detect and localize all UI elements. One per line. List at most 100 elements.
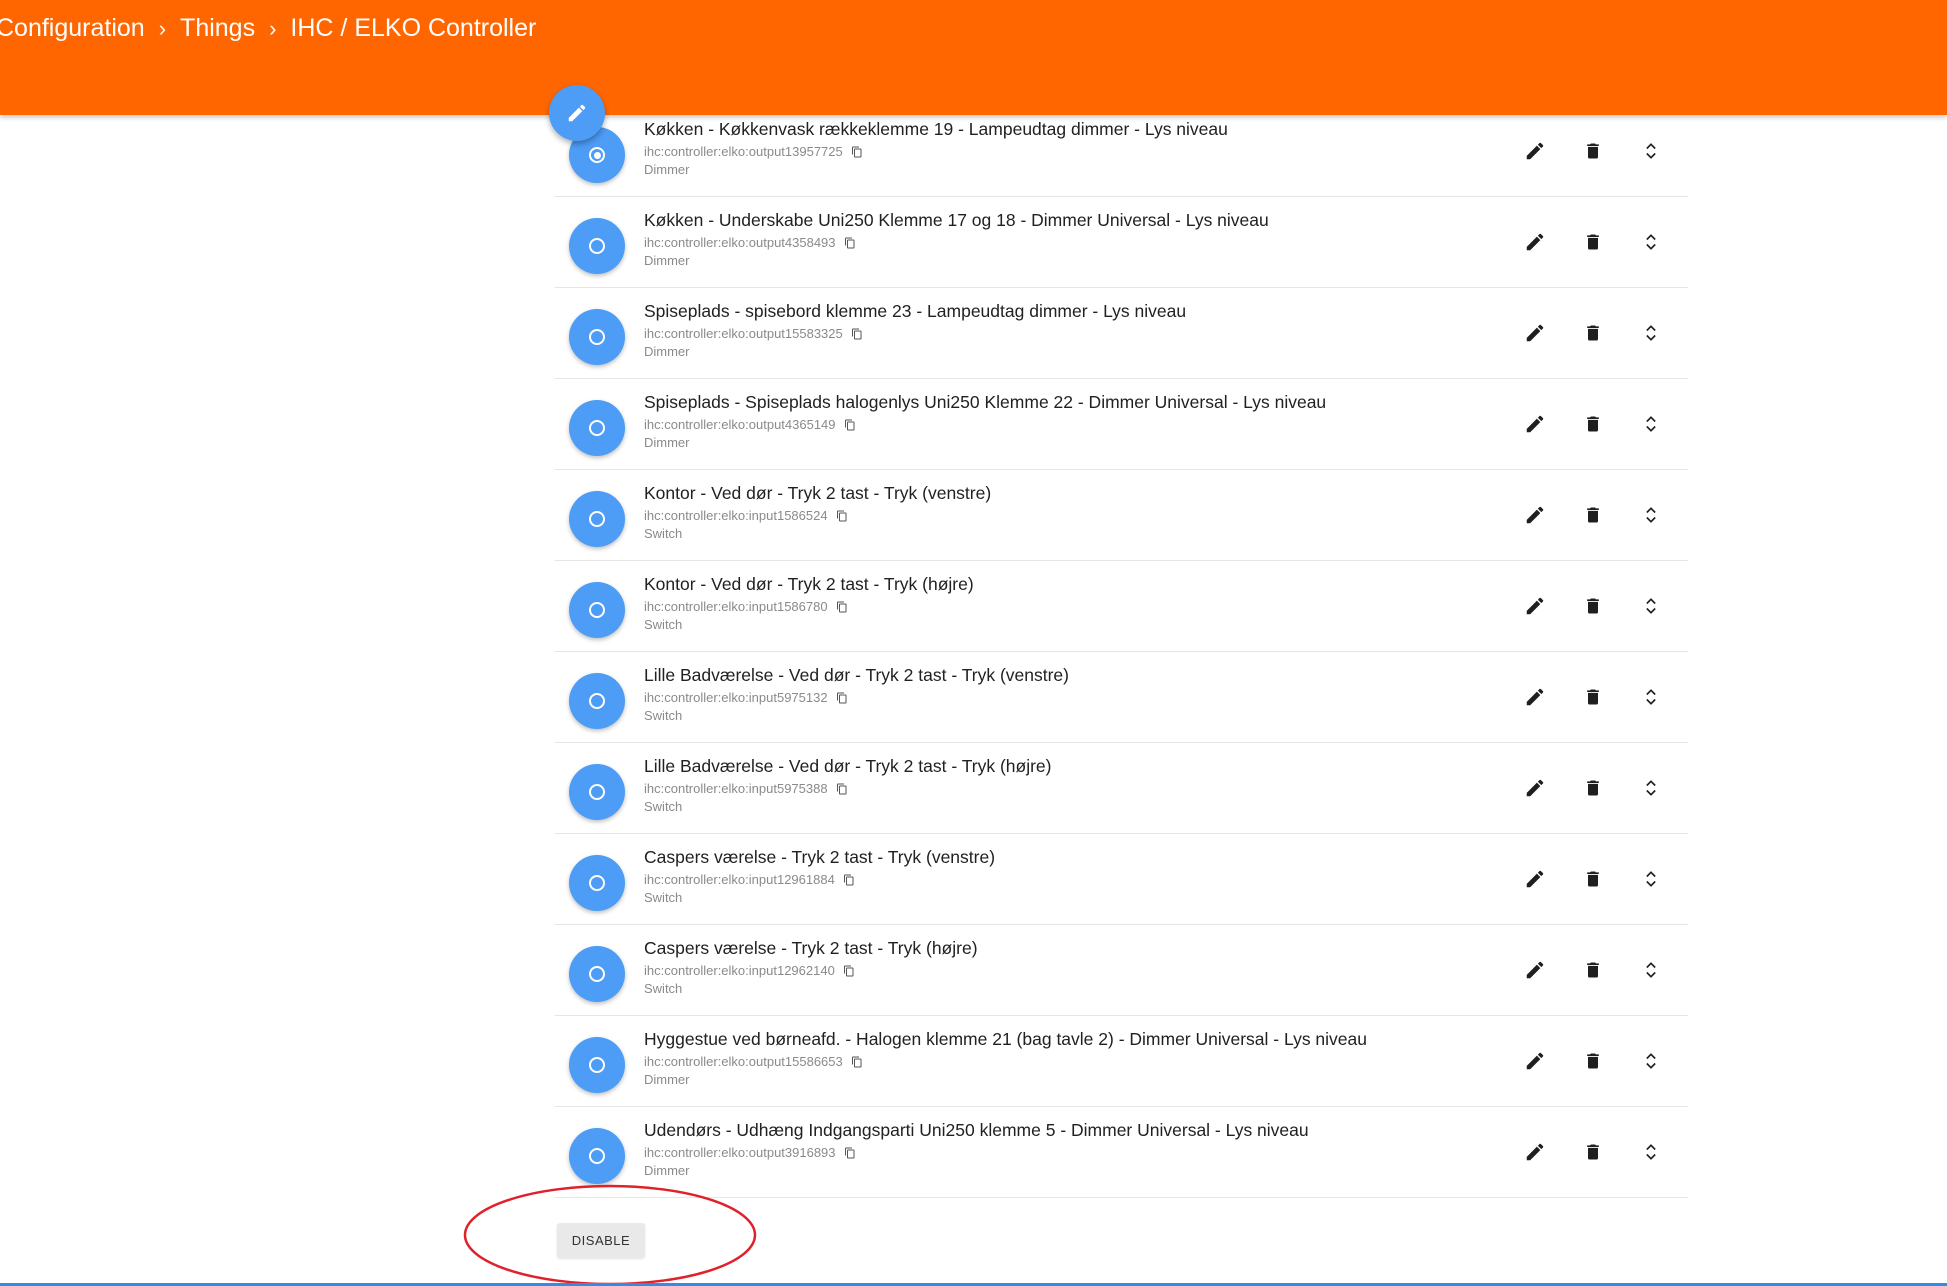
edit-channel-button[interactable] (1518, 498, 1552, 532)
channel-uid-line: ihc:controller:elko:output15586653 (644, 1053, 1514, 1071)
channel-label: Caspers værelse - Tryk 2 tast - Tryk (ve… (644, 847, 996, 867)
channel-row[interactable]: Køkken - Underskabe Uni250 Klemme 17 og … (555, 197, 1688, 288)
delete-channel-button[interactable] (1576, 134, 1610, 168)
delete-channel-button[interactable] (1576, 862, 1610, 896)
expand-channel-button[interactable] (1634, 134, 1668, 168)
delete-channel-button[interactable] (1576, 225, 1610, 259)
delete-channel-button[interactable] (1576, 771, 1610, 805)
edit-channel-button[interactable] (1518, 1044, 1552, 1078)
edit-channel-button[interactable] (1518, 407, 1552, 441)
channel-row[interactable]: Caspers værelse - Tryk 2 tast - Tryk (hø… (555, 925, 1688, 1016)
radio-circle-icon (589, 238, 605, 254)
edit-channel-button[interactable] (1518, 1135, 1552, 1169)
channel-uid-line: ihc:controller:elko:input12961884 (644, 871, 1514, 889)
edit-channel-button[interactable] (1518, 771, 1552, 805)
channel-select-toggle[interactable] (569, 673, 625, 729)
channel-actions (1518, 498, 1692, 532)
trash-icon (1587, 143, 1599, 159)
trash-icon (1587, 780, 1599, 796)
channel-info: Caspers værelse - Tryk 2 tast - Tryk (ve… (644, 846, 1514, 907)
expand-channel-button[interactable] (1634, 225, 1668, 259)
channel-select-toggle[interactable] (569, 855, 625, 911)
channel-label: Spiseplads - spisebord klemme 23 - Lampe… (644, 301, 1187, 321)
trash-icon (1587, 598, 1599, 614)
channel-row[interactable]: Lille Badværelse - Ved dør - Tryk 2 tast… (555, 743, 1688, 834)
channel-actions (1518, 589, 1692, 623)
channel-row[interactable]: Spiseplads - Spiseplads halogenlys Uni25… (555, 379, 1688, 470)
radio-circle-icon (589, 784, 605, 800)
copy-icon[interactable] (836, 692, 848, 704)
channel-select-toggle[interactable] (569, 218, 625, 274)
channel-row[interactable]: Udendørs - Udhæng Indgangsparti Uni250 k… (555, 1107, 1688, 1198)
delete-channel-button[interactable] (1576, 589, 1610, 623)
channel-item-type: Dimmer (644, 1072, 690, 1087)
channel-select-toggle[interactable] (569, 946, 625, 1002)
channel-row[interactable]: Hyggestue ved børneafd. - Halogen klemme… (555, 1016, 1688, 1107)
breadcrumb-things[interactable]: Things (180, 14, 255, 43)
channel-uid-line: ihc:controller:elko:output4358493 (644, 234, 1514, 252)
expand-channel-button[interactable] (1634, 589, 1668, 623)
channel-uid: ihc:controller:elko:output15586653 (644, 1054, 843, 1069)
copy-icon[interactable] (836, 783, 848, 795)
copy-icon[interactable] (844, 419, 856, 431)
unfold-icon (1646, 871, 1656, 887)
expand-channel-button[interactable] (1634, 862, 1668, 896)
delete-channel-button[interactable] (1576, 680, 1610, 714)
edit-thing-fab[interactable] (549, 85, 605, 141)
channel-row[interactable]: Kontor - Ved dør - Tryk 2 tast - Tryk (v… (555, 470, 1688, 561)
expand-channel-button[interactable] (1634, 771, 1668, 805)
channel-row[interactable]: Køkken - Køkkenvask rækkeklemme 19 - Lam… (555, 106, 1688, 197)
delete-channel-button[interactable] (1576, 316, 1610, 350)
expand-channel-button[interactable] (1634, 1044, 1668, 1078)
copy-icon[interactable] (851, 146, 863, 158)
channel-actions (1518, 407, 1692, 441)
copy-icon[interactable] (836, 510, 848, 522)
channel-row[interactable]: Kontor - Ved dør - Tryk 2 tast - Tryk (h… (555, 561, 1688, 652)
channel-select-toggle[interactable] (569, 1128, 625, 1184)
channel-select-toggle[interactable] (569, 582, 625, 638)
unfold-icon (1646, 1144, 1656, 1160)
channel-uid: ihc:controller:elko:input5975388 (644, 781, 828, 796)
copy-icon[interactable] (844, 237, 856, 249)
edit-channel-button[interactable] (1518, 680, 1552, 714)
channel-label: Lille Badværelse - Ved dør - Tryk 2 tast… (644, 665, 1069, 685)
channel-info: Kontor - Ved dør - Tryk 2 tast - Tryk (h… (644, 573, 1514, 634)
radio-circle-icon (589, 147, 605, 163)
copy-icon[interactable] (836, 601, 848, 613)
delete-channel-button[interactable] (1576, 407, 1610, 441)
channel-row[interactable]: Caspers værelse - Tryk 2 tast - Tryk (ve… (555, 834, 1688, 925)
delete-channel-button[interactable] (1576, 953, 1610, 987)
edit-channel-button[interactable] (1518, 589, 1552, 623)
delete-channel-button[interactable] (1576, 1044, 1610, 1078)
pencil-icon (568, 104, 586, 122)
expand-channel-button[interactable] (1634, 407, 1668, 441)
channel-select-toggle[interactable] (569, 1037, 625, 1093)
delete-channel-button[interactable] (1576, 1135, 1610, 1169)
channel-select-toggle[interactable] (569, 400, 625, 456)
edit-channel-button[interactable] (1518, 862, 1552, 896)
copy-icon[interactable] (843, 874, 855, 886)
copy-icon[interactable] (844, 1147, 856, 1159)
edit-channel-button[interactable] (1518, 225, 1552, 259)
copy-icon[interactable] (851, 328, 863, 340)
breadcrumb-configuration[interactable]: Configuration (0, 14, 145, 43)
channel-select-toggle[interactable] (569, 764, 625, 820)
expand-channel-button[interactable] (1634, 316, 1668, 350)
disable-button[interactable]: DISABLE (557, 1223, 645, 1258)
channel-actions (1518, 1044, 1692, 1078)
copy-icon[interactable] (843, 965, 855, 977)
channel-row[interactable]: Lille Badværelse - Ved dør - Tryk 2 tast… (555, 652, 1688, 743)
delete-channel-button[interactable] (1576, 498, 1610, 532)
channel-row[interactable]: Spiseplads - spisebord klemme 23 - Lampe… (555, 288, 1688, 379)
channel-select-toggle[interactable] (569, 491, 625, 547)
expand-channel-button[interactable] (1634, 680, 1668, 714)
expand-channel-button[interactable] (1634, 953, 1668, 987)
edit-channel-button[interactable] (1518, 953, 1552, 987)
channel-select-toggle[interactable] (569, 309, 625, 365)
expand-channel-button[interactable] (1634, 1135, 1668, 1169)
expand-channel-button[interactable] (1634, 498, 1668, 532)
edit-channel-button[interactable] (1518, 134, 1552, 168)
edit-channel-button[interactable] (1518, 316, 1552, 350)
copy-icon[interactable] (851, 1056, 863, 1068)
channel-item-type: Switch (644, 526, 683, 541)
